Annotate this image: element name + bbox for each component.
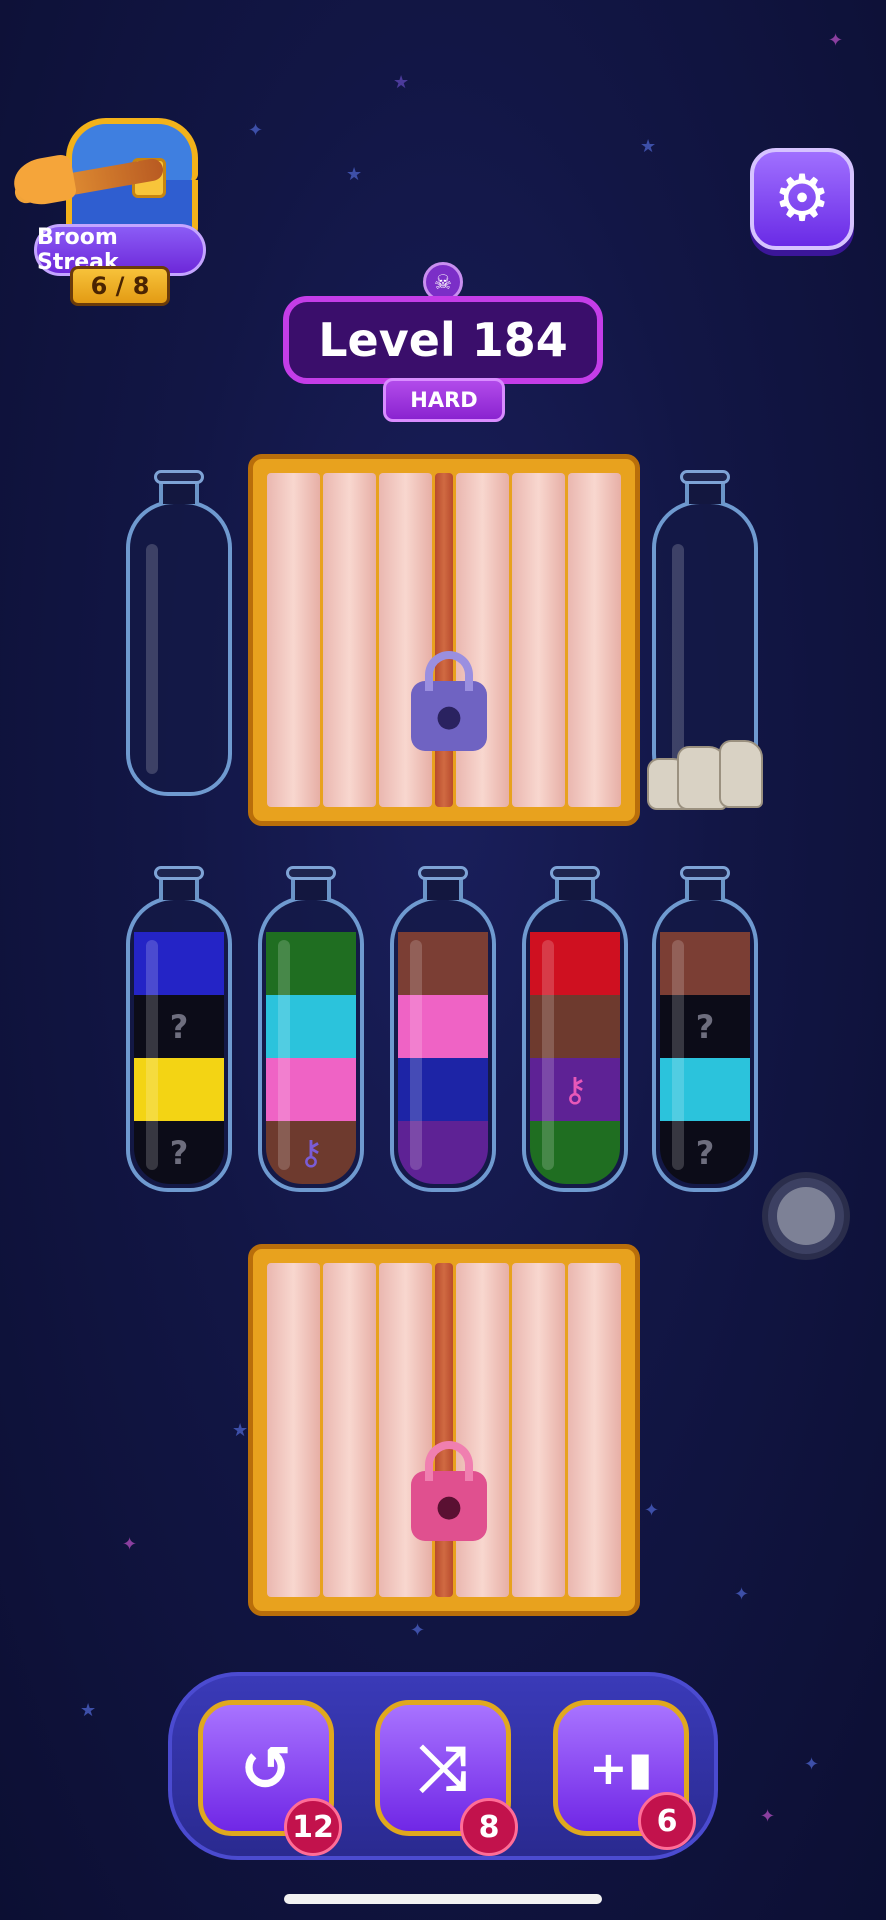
add-bottle-icon: +▮ [589, 1741, 653, 1795]
star-decoration: ★ [80, 1700, 97, 1721]
bottle-glass: ⚷ [258, 896, 364, 1192]
undo-count-badge: 12 [284, 1798, 342, 1856]
bottle-rim [680, 866, 730, 880]
broom-streak-badge[interactable]: Broom Streak 6 / 8 [10, 118, 210, 306]
bottle-rim [680, 470, 730, 484]
question-mark-icon: ? [169, 1133, 189, 1172]
shuffle-icon: ⤨ [418, 1731, 468, 1804]
difficulty-badge: HARD [383, 378, 505, 422]
bottle-glass: ?? [126, 896, 232, 1192]
bottle-rim [154, 470, 204, 484]
padlock-icon: ● [411, 651, 487, 751]
question-mark-icon: ? [169, 1007, 189, 1046]
undo-icon: ↺ [240, 1731, 292, 1805]
star-decoration: ★ [393, 72, 410, 93]
star-decoration: ★ [640, 136, 657, 157]
shuffle-count-badge: 8 [460, 1798, 518, 1856]
bottle[interactable]: ⚷ [258, 866, 364, 1192]
star-decoration: ✦ [248, 120, 264, 141]
assistive-touch-button[interactable] [762, 1172, 850, 1260]
locked-crate[interactable]: ● [248, 1244, 640, 1616]
bottle[interactable]: ⚷ [522, 866, 628, 1192]
padlock-icon: ● [411, 1441, 487, 1541]
bottle[interactable] [390, 866, 496, 1192]
star-decoration: ✦ [410, 1620, 426, 1641]
level-title: Level 184 [283, 296, 603, 384]
gear-icon: ⚙ [773, 162, 831, 236]
star-decoration: ★ [232, 1420, 249, 1441]
bottle-rim [286, 866, 336, 880]
locked-crate[interactable]: ● [248, 454, 640, 826]
bottle-rim [550, 866, 600, 880]
star-decoration: ✦ [644, 1500, 660, 1521]
star-decoration: ✦ [804, 1754, 820, 1775]
bottle[interactable]: ?? [652, 866, 758, 1192]
keyhole-icon: ● [435, 698, 463, 734]
question-mark-icon: ? [695, 1133, 715, 1172]
bottle-glass [126, 500, 232, 796]
settings-button[interactable]: ⚙ [750, 148, 854, 250]
star-decoration: ✦ [734, 1584, 750, 1605]
bottle-rim [154, 866, 204, 880]
key-icon: ⚷ [298, 1132, 324, 1173]
rocks-obstacle-icon [643, 740, 773, 810]
star-decoration: ★ [346, 164, 363, 185]
add-bottle-count-badge: 6 [638, 1792, 696, 1850]
bottle-glass: ?? [652, 896, 758, 1192]
star-decoration: ✦ [122, 1534, 138, 1555]
streak-count: 6 / 8 [70, 266, 170, 306]
key-icon: ⚷ [562, 1069, 588, 1110]
bottle-rim [418, 866, 468, 880]
star-decoration: ✦ [828, 30, 844, 51]
bottle-empty[interactable] [126, 470, 232, 796]
keyhole-icon: ● [435, 1488, 463, 1524]
question-mark-icon: ? [695, 1007, 715, 1046]
star-decoration: ✦ [760, 1806, 776, 1827]
bottle-glass [390, 896, 496, 1192]
bottle-glass: ⚷ [522, 896, 628, 1192]
bottle[interactable]: ?? [126, 866, 232, 1192]
home-indicator[interactable] [284, 1894, 602, 1904]
